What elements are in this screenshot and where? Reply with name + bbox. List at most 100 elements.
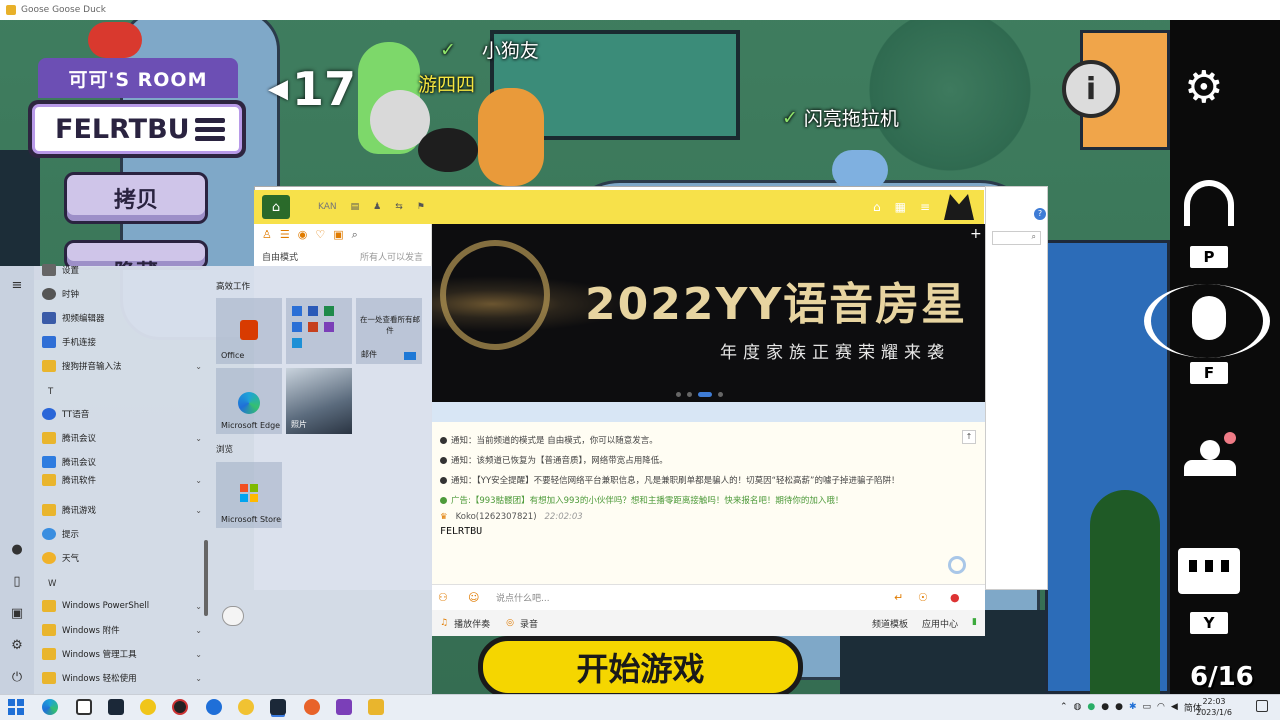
chevron-up-icon[interactable]: ⌃ [1060, 702, 1068, 712]
app-item-admin-tools[interactable]: Windows 管理工具 ⌄ [42, 643, 202, 665]
help-icon[interactable]: ? [1034, 208, 1046, 220]
video-icon [42, 312, 56, 324]
share-icon[interactable]: ⇆ [395, 202, 403, 212]
chevron-down-icon: ⌄ [195, 433, 202, 443]
note-icon[interactable]: ▣ [333, 228, 343, 242]
app-item-ease-of-access[interactable]: Windows 轻松使用 ⌄ [42, 667, 202, 689]
qq-icon[interactable]: ● [1101, 702, 1109, 712]
bookmark-icon[interactable]: ⚑ [417, 202, 425, 212]
banner-pager[interactable] [676, 392, 723, 397]
tile-mail[interactable]: 在一处查看所有邮件 邮件 [356, 298, 422, 364]
send-icon[interactable]: ↵ [894, 591, 903, 604]
chat-bubble-icon[interactable]: ☉ [918, 591, 928, 604]
chevron-down-icon: ⌄ [195, 475, 202, 485]
info-dot-icon [440, 476, 447, 484]
copy-button[interactable]: 拷贝 [64, 172, 208, 224]
goose-taskbar-icon[interactable] [238, 699, 254, 715]
file-explorer-icon[interactable] [368, 699, 384, 715]
letter-header[interactable]: W [48, 579, 56, 589]
ad-item[interactable]: 广告:【993骷髅团】有想加入993的小伙伴吗？想和主播零距离接触吗！快来报名吧… [440, 490, 977, 510]
user-icon[interactable]: ♙ [262, 228, 272, 242]
app-item-sogou[interactable]: 搜狗拼音输入法 ⌄ [42, 355, 202, 377]
headphones-icon[interactable] [1184, 180, 1234, 226]
chat-icon[interactable] [1178, 548, 1240, 594]
battery-icon[interactable]: ▭ [1143, 702, 1152, 712]
taskbar-clock[interactable]: 22:03 2023/1/6 [1196, 696, 1232, 718]
app-item-tips[interactable]: 提示 [42, 523, 202, 545]
steam-active-icon[interactable] [270, 699, 286, 715]
tile-office-apps[interactable] [286, 298, 352, 364]
volume-icon[interactable]: ◀ [1171, 702, 1178, 712]
bluetooth-icon[interactable]: ✱ [1129, 702, 1137, 712]
tile-office[interactable]: Office [216, 298, 282, 364]
browser-icon[interactable] [304, 699, 320, 715]
app-item-tencent-meeting-folder[interactable]: 腾讯会议 ⌄ [42, 427, 202, 449]
pictures-icon[interactable]: ▣ [9, 606, 25, 622]
tile-store[interactable]: Microsoft Store [216, 462, 282, 528]
user-icon[interactable]: ♟ [373, 202, 381, 212]
app-item-phone-link[interactable]: 手机连接 [42, 331, 202, 353]
gamepad-icon[interactable]: ⚇ [438, 591, 448, 604]
players-icon[interactable] [1184, 432, 1236, 476]
obs-icon[interactable] [172, 699, 188, 715]
template-button[interactable]: 频道模板 [872, 617, 908, 630]
settings-gear-icon[interactable]: ⚙ [1184, 66, 1223, 110]
app-item-tt[interactable]: TT语音 [42, 403, 202, 425]
side-search-icon[interactable]: ⌕ [992, 231, 1041, 245]
notification-icon[interactable] [1256, 700, 1268, 712]
microphone-icon[interactable] [1192, 296, 1226, 340]
steam-icon[interactable] [108, 699, 124, 715]
list-icon[interactable]: ☰ [280, 228, 290, 242]
scroll-top-icon[interactable]: ↑ [962, 430, 976, 444]
chat-user[interactable]: Koko(1262307821) [456, 512, 537, 522]
app-item-tencent-software[interactable]: 腾讯软件 ⌄ [42, 469, 202, 491]
snipping-icon[interactable] [76, 699, 92, 715]
app-item-video-editor[interactable]: 视频编辑器 [42, 307, 202, 329]
yy-home-icon[interactable]: ⌂ [873, 200, 881, 214]
tile-edge[interactable]: Microsoft Edge [216, 368, 282, 434]
windows-start-icon[interactable] [8, 699, 24, 715]
chevron-down-icon: ⌄ [195, 625, 202, 635]
settings-icon[interactable]: ⚙ [9, 638, 25, 654]
app-item-clock[interactable]: 时钟 [42, 283, 202, 305]
network-icon[interactable]: ◍ [1074, 702, 1082, 712]
documents-icon[interactable]: ▯ [9, 574, 25, 590]
mic-record-icon[interactable]: ● [950, 591, 960, 604]
channel-id-icon[interactable]: ▤ [351, 202, 360, 212]
wifi-icon[interactable]: ◠ [1157, 702, 1165, 712]
app-item-accessories[interactable]: Windows 附件 ⌄ [42, 619, 202, 641]
expand-icon[interactable]: + [970, 226, 982, 242]
menu-icon[interactable]: ≡ [920, 200, 930, 214]
app-item-tencent-games[interactable]: 腾讯游戏 ⌄ [42, 499, 202, 521]
mode-select[interactable]: 自由模式 [262, 250, 298, 263]
app-item-weather[interactable]: 天气 [42, 547, 202, 569]
yy-taskbar-icon[interactable] [140, 699, 156, 715]
grid-icon[interactable]: ▦ [895, 200, 906, 214]
hamburger-icon[interactable]: ≡ [9, 278, 25, 294]
start-menu-rail [0, 266, 34, 694]
account-icon[interactable]: ● [9, 542, 25, 558]
tray-app-icon[interactable]: ● [1115, 702, 1123, 712]
location-icon[interactable]: ◉ [298, 228, 308, 242]
edge-beta-icon[interactable] [206, 699, 222, 715]
app-icon[interactable] [336, 699, 352, 715]
letter-header[interactable]: T [48, 387, 53, 397]
search-icon[interactable]: ⌕ [352, 228, 358, 242]
wechat-icon[interactable]: ● [1087, 702, 1095, 712]
start-game-button[interactable]: 开始游戏 [478, 636, 803, 698]
accompany-button[interactable]: 播放伴奏 [454, 617, 490, 630]
info-button[interactable]: i [1062, 60, 1120, 118]
heart-icon[interactable]: ♡ [315, 228, 325, 242]
record-button[interactable]: 录音 [520, 617, 538, 630]
chat-input[interactable]: ⚇ ☺ 说点什么吧... ↵ ☉ ● [432, 584, 985, 610]
start-menu-scrollbar[interactable] [204, 540, 208, 616]
menu-icon[interactable] [195, 117, 225, 141]
edge-taskbar-icon[interactable] [42, 699, 58, 715]
power-icon[interactable]: ⏻ [9, 670, 25, 686]
app-item-settings[interactable]: 设置 [42, 259, 202, 281]
home-icon[interactable]: ⌂ [262, 195, 290, 219]
tile-photos[interactable]: 照片 [286, 368, 352, 434]
app-item-powershell[interactable]: Windows PowerShell ⌄ [42, 595, 202, 617]
apps-center-button[interactable]: 应用中心 [922, 617, 958, 630]
emoji-icon[interactable]: ☺ [468, 591, 479, 604]
